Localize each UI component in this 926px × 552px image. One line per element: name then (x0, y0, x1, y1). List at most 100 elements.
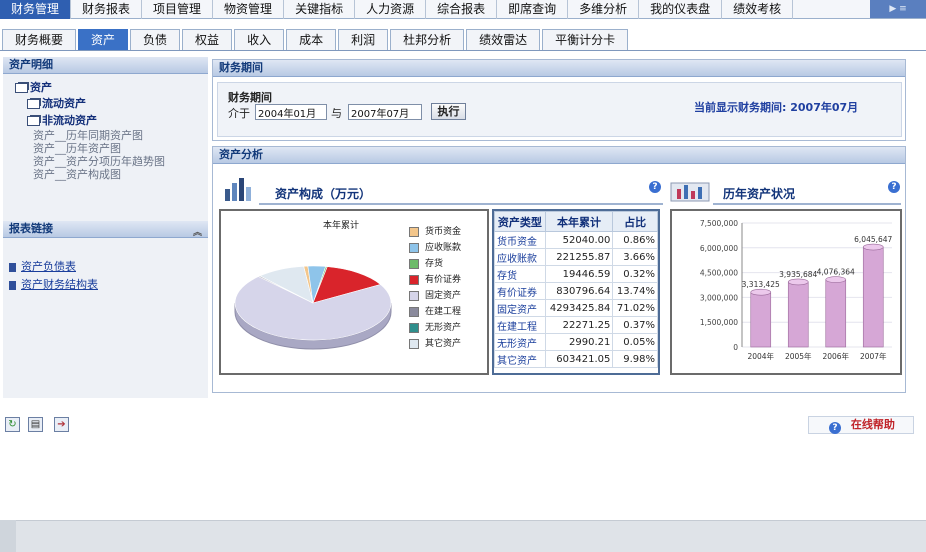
y-tick-label: 0 (733, 343, 738, 352)
scroll-up-icon[interactable]: ︽ (193, 225, 202, 241)
run-button[interactable]: 执行 (431, 103, 466, 120)
tree-current-assets[interactable]: 流动资产 (3, 95, 208, 112)
sub-tab[interactable]: 利润 (338, 29, 389, 50)
bar (862, 246, 884, 348)
tree-chart-link[interactable]: 资产__历年同期资产图 (3, 129, 208, 142)
table-cell-value: 19446.59 (544, 265, 614, 283)
tree-chart-link[interactable]: 资产__资产构成图 (3, 168, 208, 181)
top-nav-item[interactable]: 关键指标 (284, 0, 356, 19)
table-cell-value: 830796.64 (544, 282, 614, 300)
legend-swatch (409, 290, 419, 301)
legend-item: 固定资产 (409, 290, 461, 302)
table-cell-value: 22271.25 (544, 316, 614, 334)
report-links-header: 报表链接 ︽ (3, 221, 208, 238)
nav-scroll-arrow-icon[interactable]: ▶ ≡ (870, 0, 926, 18)
online-help-button[interactable]: ? 在线帮助 (808, 416, 914, 434)
help-icon: ? (829, 422, 841, 434)
top-nav-item[interactable]: 综合报表 (426, 0, 498, 19)
tree-chart-link[interactable]: 资产__历年资产图 (3, 142, 208, 155)
sub-tab[interactable]: 资产 (78, 29, 129, 50)
top-nav-item[interactable]: 多维分析 (568, 0, 640, 19)
document-icon (9, 262, 16, 272)
legend-label: 存货 (425, 259, 444, 269)
x-tick-label: 2007年 (860, 351, 887, 361)
tree-noncurrent-label: 非流动资产 (42, 114, 97, 127)
table-cell-value: 52040.00 (544, 231, 614, 249)
refresh-icon[interactable]: ↻ (5, 417, 20, 432)
top-nav-item[interactable]: 物资管理 (213, 0, 285, 19)
table-cell-pct: 0.32% (612, 265, 658, 283)
legend-item: 货币资金 (409, 226, 461, 238)
help-icon[interactable]: ? (649, 181, 661, 193)
tree-root[interactable]: 资产 (3, 80, 208, 95)
tree-noncurrent-assets[interactable]: 非流动资产 (3, 112, 208, 129)
table-cell-value: 221255.87 (544, 248, 614, 266)
folder-icon (15, 83, 28, 93)
bar (787, 281, 809, 348)
current-period: 当前显示财务期间: 2007年07月 (694, 99, 858, 115)
bar-value-label: 6,045,647 (854, 235, 892, 244)
top-nav-item[interactable]: 人力资源 (355, 0, 427, 19)
top-nav-item[interactable]: 项目管理 (142, 0, 214, 19)
legend-swatch (409, 226, 419, 237)
bar (825, 279, 847, 348)
period-end-input[interactable] (348, 104, 422, 120)
period-panel: 财务期间 财务期间 介于 与 执行 当前显示财务期间: 2007年07月 (212, 59, 906, 141)
table-header: 资产类型 (494, 211, 546, 232)
sub-tab[interactable]: 负债 (130, 29, 181, 50)
print-icon[interactable]: ▤ (28, 417, 43, 432)
legend-label: 固定资产 (425, 291, 462, 301)
table-cell-type: 应收账款 (494, 248, 546, 266)
chart-icon (670, 182, 710, 202)
legend-item: 其它资产 (409, 338, 461, 350)
bar (750, 291, 772, 348)
bar-value-label: 3,313,425 (742, 280, 780, 289)
period-header: 财务期间 (213, 60, 905, 77)
document-icon (9, 280, 16, 290)
top-nav-item[interactable]: 即席查询 (497, 0, 569, 19)
table-row: 有价证券 830796.64 13.74% (494, 282, 658, 300)
legend-swatch (409, 338, 419, 349)
report-link[interactable]: 资产财务结构表 (21, 278, 98, 291)
asset-table: 资产类型 本年累计 占比 货币资金 52040.00 0.86% 应收账款 221255.8… (494, 211, 658, 368)
sub-tab[interactable]: 成本 (286, 29, 337, 50)
x-tick-label: 2006年 (822, 351, 849, 361)
sub-tab[interactable]: 杜邦分析 (390, 29, 465, 50)
composition-title: 资产构成（万元） (275, 187, 372, 201)
help-icon[interactable]: ? (888, 181, 900, 193)
top-nav: 财务管理 财务报表 项目管理 物资管理 关键指标 人力资源 综合报表 即席查询 多维分析 我的仪表… (0, 0, 926, 19)
report-link[interactable]: 资产负债表 (21, 260, 76, 273)
table-cell-pct: 71.02% (612, 299, 658, 317)
top-nav-item[interactable]: 绩效考核 (722, 0, 794, 19)
analysis-header: 资产分析 (213, 147, 905, 164)
legend-label: 有价证券 (425, 275, 462, 285)
table-cell-pct: 0.05% (612, 333, 658, 351)
scrollbar[interactable] (0, 520, 16, 552)
sub-tab[interactable]: 绩效雷达 (466, 29, 541, 50)
bar-top (862, 243, 884, 251)
top-nav-item[interactable]: 财务管理 (0, 0, 72, 19)
divider (259, 203, 663, 205)
table-cell-type: 固定资产 (494, 299, 546, 317)
period-start-input[interactable] (255, 104, 327, 120)
asset-detail-header: 资产明细 (3, 57, 208, 74)
legend-label: 应收账款 (425, 243, 462, 253)
period-and-label: 与 (331, 107, 342, 120)
tree-chart-link[interactable]: 资产__资产分项历年趋势图 (3, 155, 208, 168)
x-tick-label: 2005年 (785, 351, 812, 361)
asset-table-box: 资产类型 本年累计 占比 货币资金 52040.00 0.86% 应收账款 221255.8… (492, 209, 660, 375)
sub-tab[interactable]: 平衡计分卡 (542, 29, 629, 50)
table-cell-type: 在建工程 (494, 316, 546, 334)
period-form: 财务期间 介于 与 执行 当前显示财务期间: 2007年07月 (217, 82, 902, 137)
sub-tab[interactable]: 收入 (234, 29, 285, 50)
bar-top (750, 288, 772, 296)
legend-swatch (409, 306, 419, 317)
export-icon[interactable]: ➔ (54, 417, 69, 432)
table-row: 固定资产 4293425.84 71.02% (494, 299, 658, 317)
sub-tab[interactable]: 权益 (182, 29, 233, 50)
top-nav-item[interactable]: 财务报表 (71, 0, 143, 19)
asset-analysis-panel: 资产分析 资产构成（万元） ? 历年资产状况 ? 本年累计 货币资金 应收账款 存货… (212, 146, 906, 393)
sub-tab[interactable]: 财务概要 (2, 29, 77, 50)
legend-item: 有价证券 (409, 274, 461, 286)
top-nav-item[interactable]: 我的仪表盘 (639, 0, 723, 19)
